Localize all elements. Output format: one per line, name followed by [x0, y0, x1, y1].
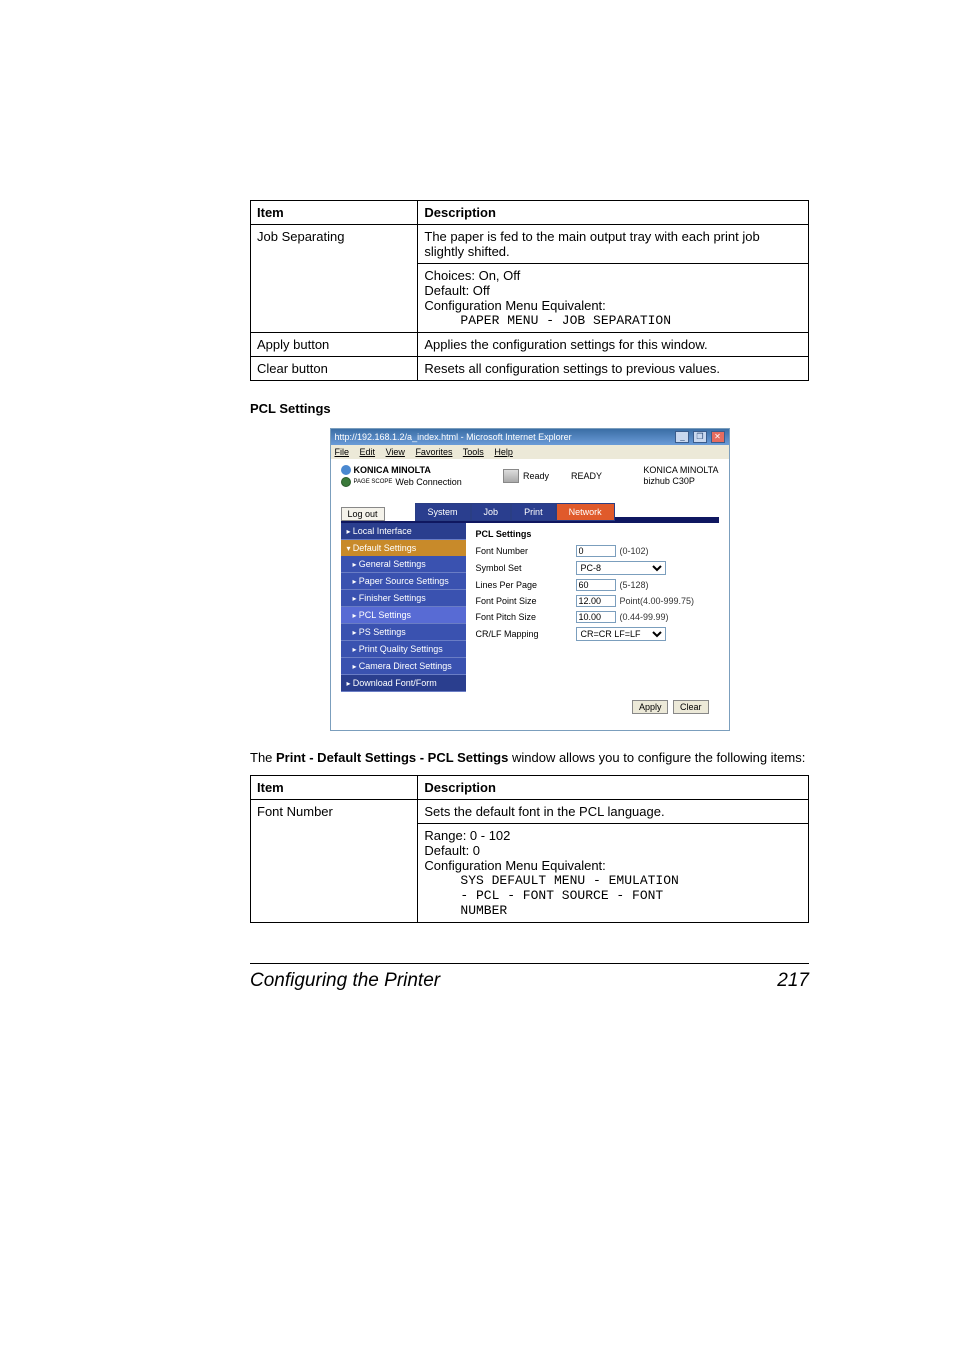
default-line: Default: Off [424, 283, 802, 298]
sidebar-item-paper[interactable]: Paper Source Settings [341, 573, 466, 590]
sidebar-item-download[interactable]: Download Font/Form [341, 675, 466, 692]
sidebar-item-default[interactable]: Default Settings [341, 540, 466, 556]
sidebar-item-pq[interactable]: Print Quality Settings [341, 641, 466, 658]
hint-fpitch: (0.44-99.99) [620, 612, 669, 622]
footer-title: Configuring the Printer [250, 970, 440, 992]
font-number-details: Range: 0 - 102 Default: 0 Configuration … [418, 823, 809, 922]
intro-paragraph: The Print - Default Settings - PCL Setti… [250, 749, 809, 767]
input-font-number[interactable] [576, 545, 616, 557]
clear-row-item: Clear button [251, 357, 418, 381]
tab-print[interactable]: Print [511, 503, 556, 521]
job-separating-desc: The paper is fed to the main output tray… [418, 225, 809, 264]
para-post: window allows you to configure the follo… [508, 750, 805, 765]
sidebar-item-camera[interactable]: Camera Direct Settings [341, 658, 466, 675]
para-bold: Print - Default Settings - PCL Settings [276, 750, 508, 765]
sidebar-item-local[interactable]: Local Interface [341, 523, 466, 540]
browser-menubar: File Edit View Favorites Tools Help [331, 445, 729, 459]
apply-button[interactable]: Apply [632, 700, 669, 714]
model-name: bizhub C30P [643, 476, 718, 487]
hint-lines: (5-128) [620, 580, 649, 590]
sidebar-item-ps[interactable]: PS Settings [341, 624, 466, 641]
settings-table-2: Item Description Font Number Sets the de… [250, 775, 809, 923]
path-line-1: SYS DEFAULT MENU - EMULATION [424, 873, 802, 888]
globe-icon [341, 477, 351, 487]
cme-line: Configuration Menu Equivalent: [424, 298, 802, 313]
webconn-text: Web Connection [395, 477, 461, 487]
choices-line: Choices: On, Off [424, 268, 802, 283]
menu-tools[interactable]: Tools [463, 447, 484, 457]
brand-dot-icon [341, 465, 351, 475]
settings-table-1: Item Description Job Separating The pape… [250, 200, 809, 381]
job-separating-label: Job Separating [251, 225, 418, 333]
browser-window: http://192.168.1.2/a_index.html - Micros… [330, 428, 730, 731]
menu-help[interactable]: Help [494, 447, 513, 457]
sidebar: Local Interface Default Settings General… [341, 523, 466, 692]
tab-network[interactable]: Network [556, 503, 615, 521]
input-fps[interactable] [576, 595, 616, 607]
range-line: Range: 0 - 102 [424, 828, 802, 843]
brand-logo: KONICA MINOLTA [341, 465, 462, 475]
t2-col-item-header: Item [251, 775, 418, 799]
printer-icon [503, 469, 519, 483]
menu-edit[interactable]: Edit [360, 447, 376, 457]
col-item-header: Item [251, 201, 418, 225]
browser-titlebar: http://192.168.1.2/a_index.html - Micros… [331, 429, 729, 445]
window-title: http://192.168.1.2/a_index.html - Micros… [335, 432, 572, 442]
menu-favorites[interactable]: Favorites [415, 447, 452, 457]
label-fpitch: Font Pitch Size [476, 612, 576, 622]
maximize-icon[interactable]: ❐ [693, 431, 707, 443]
apply-row-item: Apply button [251, 333, 418, 357]
clear-button[interactable]: Clear [673, 700, 709, 714]
page-footer: Configuring the Printer 217 [250, 963, 809, 992]
menu-file[interactable]: File [335, 447, 350, 457]
label-lines: Lines Per Page [476, 580, 576, 590]
clear-row-desc: Resets all configuration settings to pre… [418, 357, 809, 381]
sidebar-item-pcl[interactable]: PCL Settings [341, 607, 466, 624]
minimize-icon[interactable]: _ [675, 431, 689, 443]
tab-system[interactable]: System [415, 503, 471, 521]
cme2-line: Configuration Menu Equivalent: [424, 858, 802, 873]
logout-button[interactable]: Log out [341, 507, 385, 521]
web-connection-line: PAGE SCOPE Web Connection [341, 477, 462, 487]
col-desc-header: Description [418, 201, 809, 225]
select-crlf[interactable]: CR=CR LF=LF [576, 627, 666, 641]
input-fpitch[interactable] [576, 611, 616, 623]
tab-job[interactable]: Job [471, 503, 512, 521]
apply-row-desc: Applies the configuration settings for t… [418, 333, 809, 357]
model-brand: KONICA MINOLTA [643, 465, 718, 476]
menu-path: PAPER MENU - JOB SEPARATION [424, 313, 802, 328]
hint-fps: Point(4.00-999.75) [620, 596, 695, 606]
path-line-2: - PCL - FONT SOURCE - FONT [424, 888, 802, 903]
t2-col-desc-header: Description [418, 775, 809, 799]
window-controls: _ ❐ ✕ [674, 431, 724, 443]
pagescope-text: PAGE SCOPE [354, 479, 393, 485]
label-crlf: CR/LF Mapping [476, 629, 576, 639]
status-ready-big: READY [571, 471, 602, 481]
para-pre: The [250, 750, 276, 765]
label-fps: Font Point Size [476, 596, 576, 606]
brand-text: KONICA MINOLTA [354, 465, 431, 475]
panel-heading: PCL Settings [476, 529, 709, 539]
sidebar-item-finisher[interactable]: Finisher Settings [341, 590, 466, 607]
footer-page-number: 217 [777, 970, 809, 992]
label-symbol-set: Symbol Set [476, 563, 576, 573]
close-icon[interactable]: ✕ [711, 431, 725, 443]
default2-line: Default: 0 [424, 843, 802, 858]
job-separating-details: Choices: On, Off Default: Off Configurat… [418, 264, 809, 333]
main-panel: PCL Settings Font Number (0-102) Symbol … [466, 523, 719, 692]
path-line-3: NUMBER [424, 903, 802, 918]
hint-font-number: (0-102) [620, 546, 649, 556]
select-symbol-set[interactable]: PC-8 [576, 561, 666, 575]
font-number-item: Font Number [251, 799, 418, 922]
tab-spacer [615, 517, 719, 521]
input-lines[interactable] [576, 579, 616, 591]
status-ready-small: Ready [523, 471, 549, 481]
font-number-desc: Sets the default font in the PCL languag… [418, 799, 809, 823]
section-header-pcl: PCL Settings [250, 401, 809, 416]
label-font-number: Font Number [476, 546, 576, 556]
sidebar-item-general[interactable]: General Settings [341, 556, 466, 573]
menu-view[interactable]: View [386, 447, 405, 457]
